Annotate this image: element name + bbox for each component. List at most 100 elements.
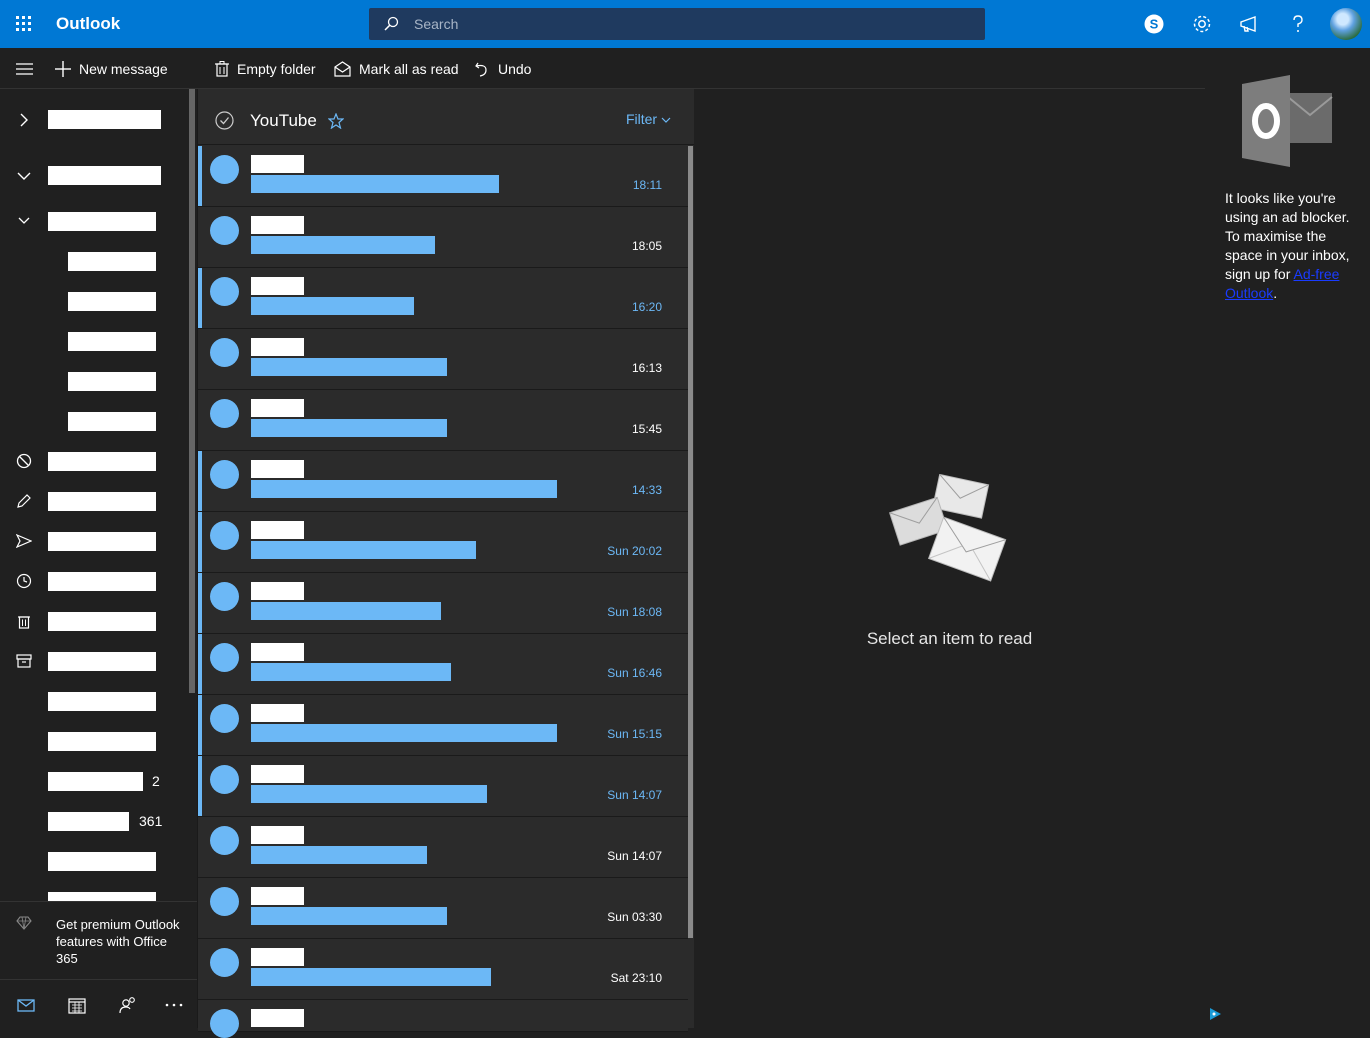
message-time: 18:11 <box>632 178 662 192</box>
folder-group-name-redacted[interactable] <box>48 166 161 185</box>
folder-name-redacted[interactable] <box>48 572 156 591</box>
chevron-down-icon[interactable] <box>14 211 34 231</box>
search-placeholder: Search <box>414 16 459 32</box>
empty-folder-button[interactable]: Empty folder <box>215 59 316 79</box>
folder-name-redacted[interactable] <box>48 612 156 631</box>
app-title[interactable]: Outlook <box>56 14 120 34</box>
sender-avatar[interactable] <box>210 643 239 672</box>
folder-name-redacted[interactable] <box>48 892 156 901</box>
sender-name-redacted <box>251 1009 304 1027</box>
folder-name-redacted[interactable] <box>48 732 156 751</box>
sender-avatar[interactable] <box>210 277 239 306</box>
mark-all-read-button[interactable]: Mark all as read <box>334 59 459 79</box>
ad-choices-icon[interactable] <box>1208 1007 1222 1021</box>
folder-name-redacted[interactable] <box>48 212 156 231</box>
folder-pane: 2 361 Get premium Outlook features with … <box>0 89 197 1028</box>
select-all-check-icon[interactable] <box>215 111 234 130</box>
message-time: Sun 20:02 <box>607 544 662 558</box>
new-message-label: New message <box>79 61 168 77</box>
sender-name-redacted <box>251 704 304 722</box>
sender-name-redacted <box>251 521 304 539</box>
message-row[interactable]: 18:05 <box>198 207 688 268</box>
message-row[interactable]: Sun 14:07 <box>198 817 688 878</box>
subfolder-name-redacted[interactable] <box>68 252 156 271</box>
sender-avatar[interactable] <box>210 399 239 428</box>
settings-gear-icon[interactable] <box>1190 12 1214 36</box>
sender-avatar[interactable] <box>210 887 239 916</box>
announcement-megaphone-icon[interactable] <box>1238 12 1262 36</box>
message-row[interactable]: 18:11 <box>198 146 688 207</box>
message-row[interactable]: 15:45 <box>198 390 688 451</box>
filter-button[interactable]: Filter <box>626 111 671 127</box>
folder-name-redacted[interactable] <box>48 652 156 671</box>
folder-name-redacted[interactable] <box>48 492 156 511</box>
folder-name-redacted[interactable] <box>48 532 156 551</box>
sent-icon <box>14 531 34 551</box>
folder-name-redacted[interactable] <box>48 692 156 711</box>
chevron-right-icon[interactable] <box>14 110 34 130</box>
chevron-down-icon[interactable] <box>14 166 34 186</box>
message-list-scrollbar[interactable] <box>688 146 693 938</box>
unread-indicator-bar <box>198 512 202 572</box>
folder-name-redacted[interactable] <box>48 452 156 471</box>
more-apps-icon[interactable] <box>163 994 185 1016</box>
calendar-icon[interactable] <box>66 994 88 1016</box>
message-list-header: YouTube Filter <box>198 89 695 145</box>
message-row[interactable]: 16:20 <box>198 268 688 329</box>
folder-name-redacted[interactable] <box>48 772 143 791</box>
message-row[interactable]: Sun 16:46 <box>198 634 688 695</box>
empty-reading-text: Select an item to read <box>866 629 1033 648</box>
search-box[interactable]: Search <box>369 8 985 40</box>
undo-button[interactable]: Undo <box>474 59 531 79</box>
sender-name-redacted <box>251 399 304 417</box>
sender-avatar[interactable] <box>210 460 239 489</box>
sender-avatar[interactable] <box>210 216 239 245</box>
premium-promo[interactable]: Get premium Outlook features with Office… <box>0 901 197 979</box>
message-row[interactable] <box>198 1000 688 1038</box>
skype-icon[interactable]: S <box>1142 12 1166 36</box>
new-message-button[interactable]: New message <box>55 59 168 79</box>
subject-redacted <box>251 785 487 803</box>
sender-name-redacted <box>251 887 304 905</box>
favorite-star-icon[interactable] <box>328 113 344 129</box>
account-avatar[interactable] <box>1330 8 1362 40</box>
people-icon[interactable] <box>117 994 139 1016</box>
sender-name-redacted <box>251 826 304 844</box>
sender-avatar[interactable] <box>210 1009 239 1038</box>
message-row[interactable]: Sun 15:15 <box>198 695 688 756</box>
hamburger-menu-icon[interactable] <box>16 59 34 79</box>
help-icon[interactable] <box>1286 12 1310 36</box>
folder-name-redacted[interactable] <box>48 852 156 871</box>
message-row[interactable]: Sun 20:02 <box>198 512 688 573</box>
subfolder-name-redacted[interactable] <box>68 292 156 311</box>
mark-all-read-label: Mark all as read <box>359 61 459 77</box>
sender-avatar[interactable] <box>210 582 239 611</box>
mail-icon[interactable] <box>15 994 37 1016</box>
message-row[interactable]: Sun 03:30 <box>198 878 688 939</box>
sender-avatar[interactable] <box>210 155 239 184</box>
sender-avatar[interactable] <box>210 765 239 794</box>
message-time: 16:20 <box>631 300 662 314</box>
folder-name-redacted[interactable] <box>48 812 129 831</box>
message-row[interactable]: 16:13 <box>198 329 688 390</box>
sender-avatar[interactable] <box>210 338 239 367</box>
plus-icon <box>55 61 71 77</box>
sender-avatar[interactable] <box>210 704 239 733</box>
folder-group-name-redacted[interactable] <box>48 110 161 129</box>
subject-redacted <box>251 419 447 437</box>
message-row[interactable]: 14:33 <box>198 451 688 512</box>
sender-avatar[interactable] <box>210 521 239 550</box>
sender-name-redacted <box>251 155 304 173</box>
message-row[interactable]: Sat 23:10 <box>198 939 688 1000</box>
subfolder-name-redacted[interactable] <box>68 332 156 351</box>
sender-avatar[interactable] <box>210 948 239 977</box>
message-time: 14:33 <box>631 483 662 497</box>
subfolder-name-redacted[interactable] <box>68 412 156 431</box>
app-launcher-icon[interactable] <box>16 16 32 32</box>
subfolder-name-redacted[interactable] <box>68 372 156 391</box>
message-row[interactable]: Sun 14:07 <box>198 756 688 817</box>
svg-text:S: S <box>1150 17 1159 32</box>
message-row[interactable]: Sun 18:08 <box>198 573 688 634</box>
sender-avatar[interactable] <box>210 826 239 855</box>
folder-pane-scrollbar[interactable] <box>189 89 195 693</box>
